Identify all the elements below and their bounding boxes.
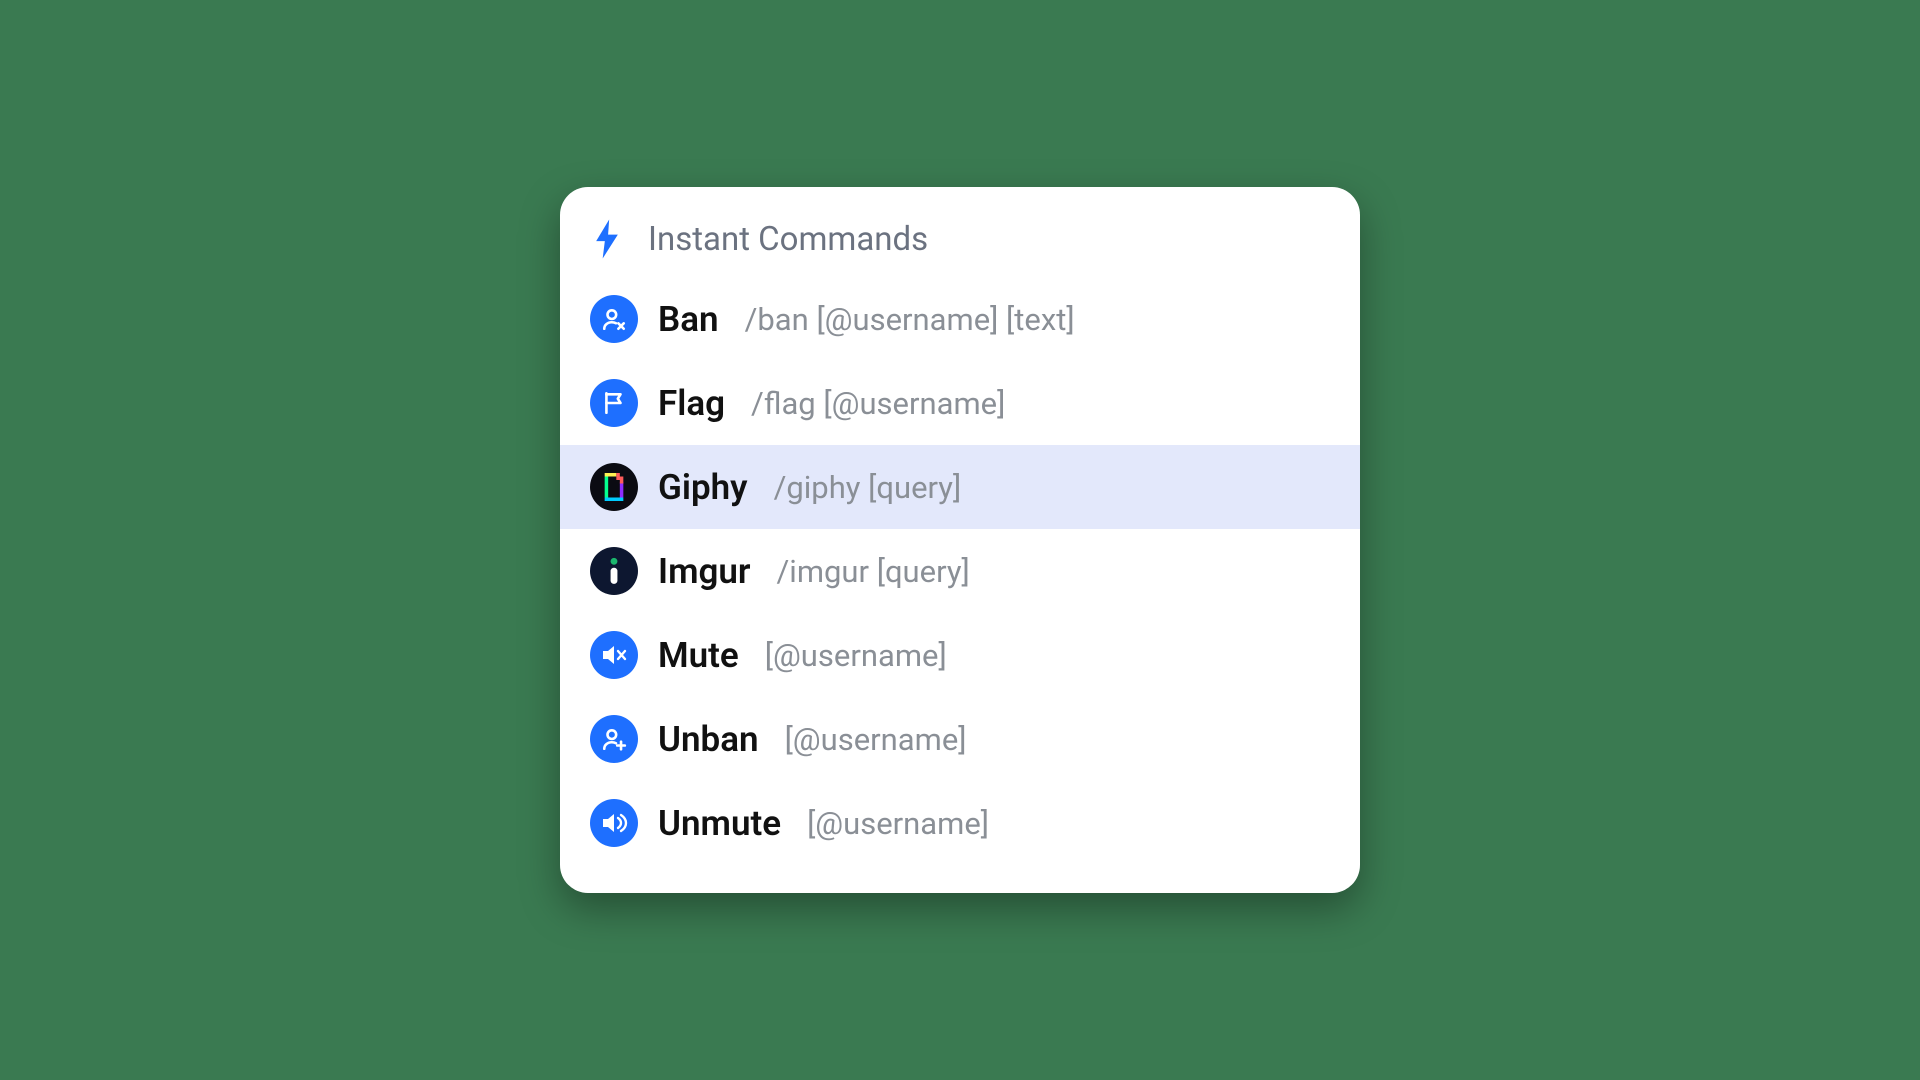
bolt-icon (590, 217, 624, 261)
command-item-unmute[interactable]: Unmute [@username] (560, 781, 1360, 865)
imgur-icon (590, 547, 638, 595)
command-args: /ban [@username] [text] (745, 301, 1075, 338)
command-name: Unban (658, 719, 759, 760)
command-item-imgur[interactable]: Imgur /imgur [query] (560, 529, 1360, 613)
command-name: Mute (658, 635, 739, 676)
command-name: Ban (658, 299, 719, 340)
command-item-flag[interactable]: Flag /flag [@username] (560, 361, 1360, 445)
command-item-ban[interactable]: Ban /ban [@username] [text] (560, 277, 1360, 361)
mute-icon (590, 631, 638, 679)
command-args: /imgur [query] (777, 553, 970, 590)
command-name: Unmute (658, 803, 781, 844)
command-args: [@username] (785, 721, 967, 758)
giphy-icon (590, 463, 638, 511)
command-item-mute[interactable]: Mute [@username] (560, 613, 1360, 697)
command-item-giphy[interactable]: Giphy /giphy [query] (560, 445, 1360, 529)
command-name: Flag (658, 383, 725, 424)
command-args: /flag [@username] (751, 385, 1005, 422)
user-plus-icon (590, 715, 638, 763)
user-x-icon (590, 295, 638, 343)
command-args: [@username] (765, 637, 947, 674)
command-name: Giphy (658, 467, 748, 508)
panel-header: Instant Commands (560, 199, 1360, 277)
command-item-unban[interactable]: Unban [@username] (560, 697, 1360, 781)
command-name: Imgur (658, 551, 751, 592)
panel-title: Instant Commands (648, 220, 928, 259)
flag-icon (590, 379, 638, 427)
instant-commands-panel: Instant Commands Ban /ban [@username] [t… (560, 187, 1360, 893)
command-args: [@username] (807, 805, 989, 842)
unmute-icon (590, 799, 638, 847)
command-args: /giphy [query] (774, 469, 962, 506)
